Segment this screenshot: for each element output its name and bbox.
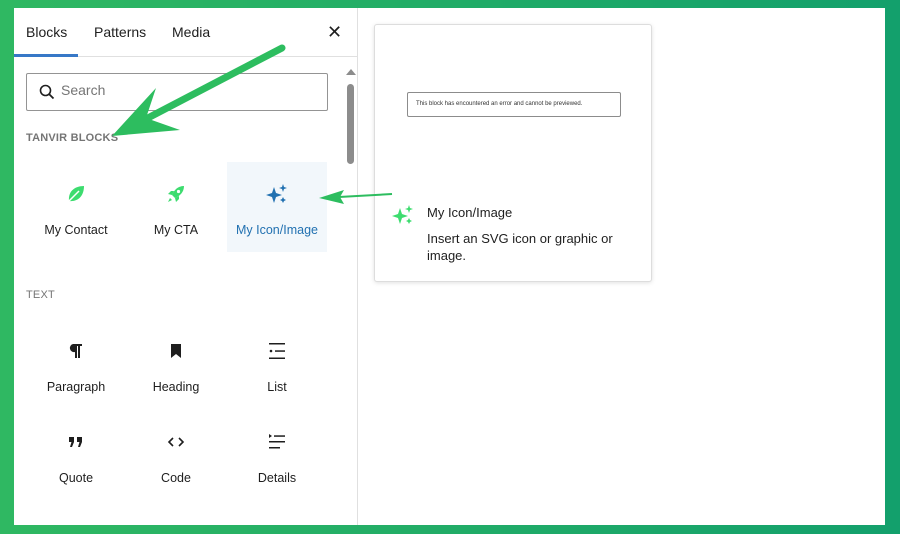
sparkles-icon bbox=[266, 184, 287, 203]
close-icon[interactable]: ✕ bbox=[327, 22, 342, 43]
paragraph-icon bbox=[69, 344, 82, 358]
scrollbar[interactable] bbox=[344, 63, 358, 525]
code-icon bbox=[167, 437, 185, 447]
search-field[interactable] bbox=[26, 73, 328, 111]
scrollbar-thumb[interactable] bbox=[347, 84, 354, 164]
block-label: My Icon/Image bbox=[236, 223, 318, 237]
leaf-icon bbox=[68, 186, 84, 202]
block-label: Quote bbox=[58, 471, 94, 485]
block-my-icon-image[interactable]: My Icon/Image bbox=[227, 162, 327, 252]
category-title: TANVIR BLOCKS bbox=[26, 132, 119, 144]
block-my-cta[interactable]: My CTA bbox=[126, 162, 226, 252]
block-label: List bbox=[267, 380, 287, 394]
block-heading[interactable]: Heading bbox=[126, 319, 226, 409]
search-input[interactable] bbox=[61, 82, 311, 98]
scroll-up-icon[interactable] bbox=[346, 69, 356, 75]
preview-area: This block has encountered an error and … bbox=[391, 41, 637, 189]
block-preview-card: This block has encountered an error and … bbox=[374, 24, 652, 282]
preview-error-message: This block has encountered an error and … bbox=[407, 92, 621, 117]
preview-title: My Icon/Image bbox=[427, 205, 513, 220]
block-inserter-panel: Blocks Patterns Media ✕ TANVIR BLOCKS My… bbox=[14, 8, 358, 525]
block-label: Code bbox=[161, 471, 191, 485]
editor-frame: Blocks Patterns Media ✕ TANVIR BLOCKS My… bbox=[14, 8, 885, 525]
block-code[interactable]: Code bbox=[126, 410, 226, 500]
active-tab-indicator bbox=[14, 54, 78, 57]
search-icon bbox=[39, 84, 55, 100]
preview-description: Insert an SVG icon or graphic or image. bbox=[427, 231, 613, 263]
sparkles-icon bbox=[392, 205, 413, 224]
inserter-tabs: Blocks Patterns Media ✕ bbox=[14, 8, 358, 57]
details-icon bbox=[269, 434, 285, 449]
block-label: My Contact bbox=[44, 223, 108, 237]
quote-icon bbox=[69, 437, 82, 447]
block-my-contact[interactable]: My Contact bbox=[26, 162, 126, 252]
block-paragraph[interactable]: Paragraph bbox=[26, 319, 126, 409]
tab-blocks[interactable]: Blocks bbox=[26, 24, 67, 40]
block-list[interactable]: List bbox=[227, 319, 327, 409]
category-title: TEXT bbox=[26, 289, 55, 301]
block-label: Details bbox=[257, 471, 297, 485]
list-icon bbox=[269, 343, 285, 359]
block-details[interactable]: Details bbox=[227, 410, 327, 500]
block-quote[interactable]: Quote bbox=[26, 410, 126, 500]
tab-media[interactable]: Media bbox=[172, 24, 210, 40]
block-label: My CTA bbox=[153, 223, 199, 237]
rocket-icon bbox=[168, 186, 184, 202]
bookmark-icon bbox=[171, 344, 181, 358]
tab-patterns[interactable]: Patterns bbox=[94, 24, 146, 40]
block-label: Heading bbox=[152, 380, 200, 394]
block-label: Paragraph bbox=[46, 380, 106, 394]
